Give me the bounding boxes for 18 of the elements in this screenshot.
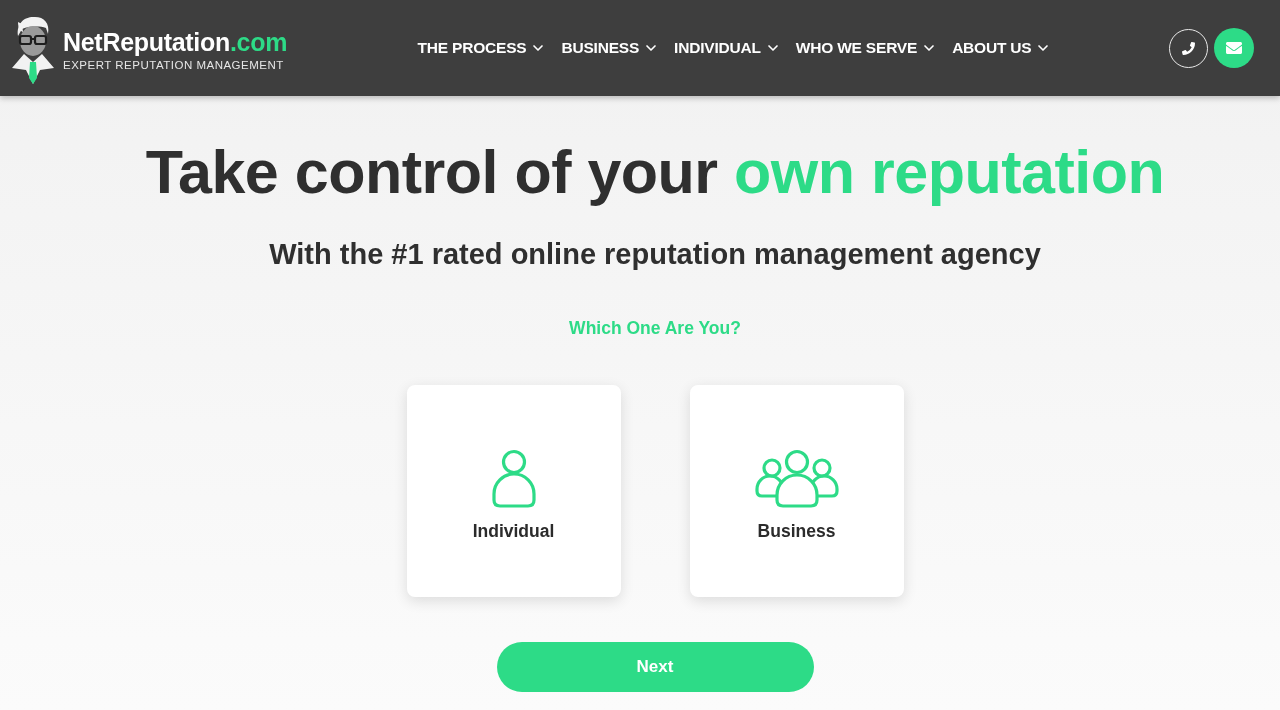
nav-menu-item[interactable]: INDIVIDUAL [674,36,781,60]
choice-card[interactable]: Individual [406,385,621,597]
group-icon [754,449,839,509]
nav-menu-item[interactable]: WHO WE SERVE [795,36,938,60]
hero-title: Take control of your own reputation [145,137,1165,208]
envelope-icon [1226,40,1242,56]
cartoon-man-icon [10,14,56,86]
logo-tagline: EXPERT REPUTATION MANAGEMENT [63,57,285,73]
chooser-prompt: Which One Are You? [569,318,741,338]
logo-wordmark[interactable]: NetReputation.com [63,27,288,57]
phone-icon [1182,41,1195,55]
person-icon [490,449,537,509]
choice-card[interactable]: Business [689,385,904,597]
nav-menu-item[interactable]: BUSINESS [561,36,660,60]
email-button[interactable] [1214,28,1254,68]
hero-subtitle: With the #1 rated online reputation management agency [269,237,1041,271]
nav-menu-item[interactable]: THE PROCESS [417,36,547,60]
nav-menu-item[interactable]: ABOUT US [952,36,1052,60]
